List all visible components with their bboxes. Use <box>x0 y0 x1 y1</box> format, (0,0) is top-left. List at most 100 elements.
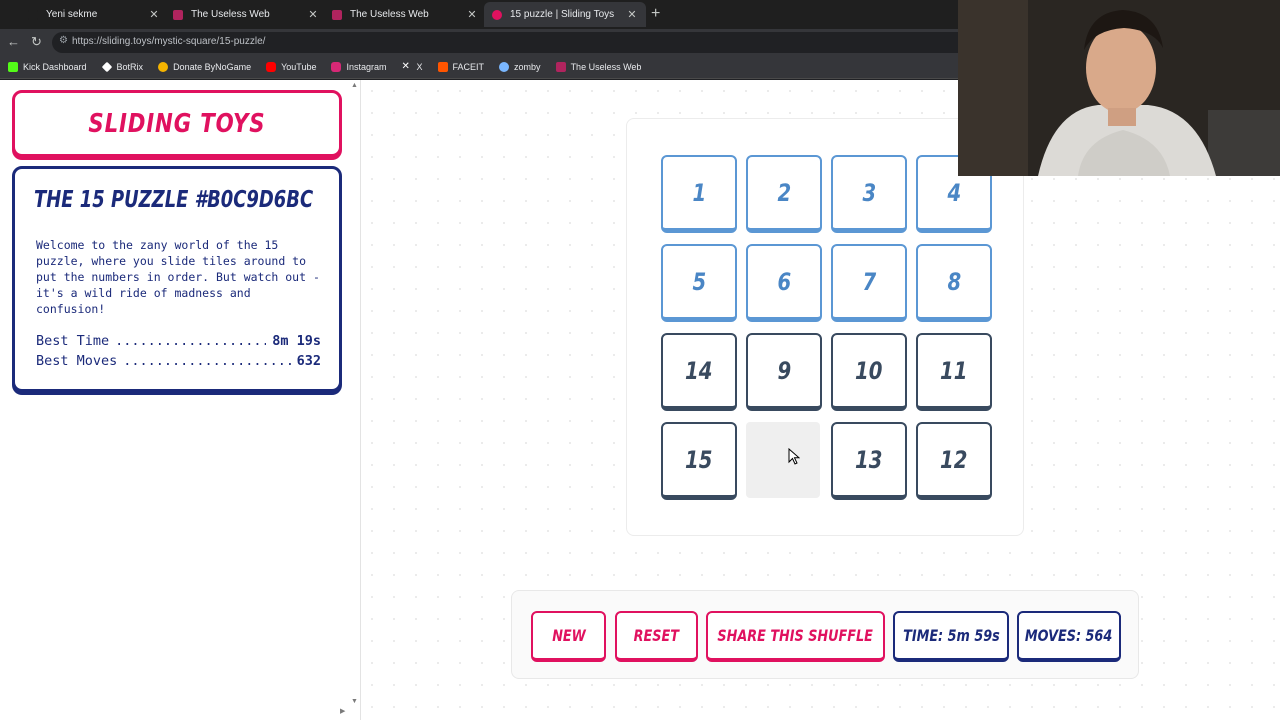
zomby-icon <box>499 62 510 72</box>
puzzle-tile[interactable]: 9 <box>746 333 822 411</box>
puzzle-tile[interactable]: 12 <box>916 422 992 500</box>
tile-number: 9 <box>777 356 791 385</box>
kick-icon <box>8 62 18 72</box>
bookmark-instagram[interactable]: Instagram <box>331 62 387 72</box>
bookmark-label: Kick Dashboard <box>23 62 87 72</box>
best-moves-value: 632 <box>296 353 321 369</box>
puzzle-tile[interactable]: 8 <box>916 244 992 322</box>
share-button-label: SHARE THIS SHUFFLE <box>717 626 874 645</box>
bookmark-zomby[interactable]: zomby <box>499 62 541 72</box>
reload-icon[interactable]: ↻ <box>31 34 42 50</box>
bynogame-icon <box>158 62 169 72</box>
puzzle-description: Welcome to the zany world of the 15 puzz… <box>36 238 320 316</box>
bookmark-x[interactable]: ✕ X <box>401 61 423 73</box>
bookmark-botrix[interactable]: BotRix <box>101 61 144 73</box>
empty-slot <box>746 422 820 498</box>
bookmark-label: Instagram <box>346 62 387 72</box>
tab-useless-web-2[interactable]: The Useless Web ✕ <box>324 2 486 27</box>
bookmark-label: X <box>416 62 423 72</box>
tab-title: The Useless Web <box>191 9 270 20</box>
puzzle-tile[interactable]: 6 <box>746 244 822 322</box>
tile-number: 8 <box>947 267 961 296</box>
tab-close-icon[interactable]: ✕ <box>148 8 160 21</box>
tab-close-icon[interactable]: ✕ <box>307 8 319 21</box>
bookmark-donate-bynogame[interactable]: Donate ByNoGame <box>158 62 251 72</box>
puzzle-tile[interactable]: 2 <box>746 155 822 233</box>
puzzle-tile[interactable]: 13 <box>831 422 907 500</box>
tile-number: 4 <box>947 178 961 207</box>
tile-number: 12 <box>940 445 968 474</box>
faceit-icon <box>437 62 448 72</box>
tab-sliding-toys[interactable]: 15 puzzle | Sliding Toys ✕ <box>484 2 646 27</box>
tile-number: 15 <box>685 445 713 474</box>
new-button[interactable]: NEW <box>531 611 606 662</box>
tile-number: 5 <box>692 267 706 296</box>
leader-dots <box>115 333 266 349</box>
x-logo-icon: ✕ <box>401 61 410 72</box>
puzzle-tile[interactable]: 15 <box>661 422 737 500</box>
puzzle-tile[interactable]: 10 <box>831 333 907 411</box>
tab-useless-web-1[interactable]: The Useless Web ✕ <box>165 2 327 27</box>
bookmark-useless-web[interactable]: The Useless Web <box>555 62 641 72</box>
tile-number: 2 <box>777 178 791 207</box>
bookmark-label: Donate ByNoGame <box>173 62 252 72</box>
game-area: 1 2 3 4 5 6 7 8 14 9 10 11 15 13 12 NEW RESET SHARE TH… <box>361 80 1280 720</box>
tab-title: The Useless Web <box>350 9 429 20</box>
puzzle-tile[interactable]: 3 <box>831 155 907 233</box>
leader-dots <box>123 353 290 369</box>
tile-number: 13 <box>855 445 883 474</box>
bookmark-youtube[interactable]: YouTube <box>266 62 316 72</box>
tab-close-icon[interactable]: ✕ <box>466 8 478 21</box>
address-url: https://sliding.toys/mystic-square/15-pu… <box>72 36 266 47</box>
tab-new-tab[interactable]: Yeni sekme ✕ <box>20 2 168 27</box>
bookmark-label: BotRix <box>116 62 144 72</box>
scroll-down-arrow-icon[interactable]: ▼ <box>351 698 358 705</box>
bookmark-label: zomby <box>514 62 541 72</box>
useless-web-icon <box>555 62 566 72</box>
page-content: SLIDING TOYS THE 15 PUZZLE #B0C9D6BC Wel… <box>0 80 1280 720</box>
puzzle-tile[interactable]: 5 <box>661 244 737 322</box>
puzzle-tile[interactable]: 11 <box>916 333 992 411</box>
puzzle-tile[interactable]: 7 <box>831 244 907 322</box>
bookmark-label: YouTube <box>281 62 317 72</box>
puzzle-tile[interactable]: 14 <box>661 333 737 411</box>
best-time-row: Best Time 8m 19s <box>36 333 321 349</box>
back-arrow-icon[interactable]: ← <box>7 34 20 50</box>
best-moves-label: Best Moves <box>36 353 118 369</box>
webcam-feed-image <box>958 0 1280 176</box>
site-logo-text: SLIDING TOYS <box>88 108 266 139</box>
timer-label: TIME: 5m 59s <box>902 626 1000 645</box>
tile-number: 10 <box>855 356 883 385</box>
tab-favicon-icon <box>492 9 502 20</box>
mouse-cursor-icon <box>788 448 800 465</box>
bookmark-kick-dashboard[interactable]: Kick Dashboard <box>8 62 87 72</box>
new-tab-plus-icon[interactable]: + <box>651 5 660 23</box>
youtube-icon <box>266 62 277 72</box>
instagram-icon <box>331 62 342 72</box>
tile-number: 1 <box>692 178 706 207</box>
tab-favicon-icon <box>28 9 38 20</box>
site-info-icon[interactable]: ⚙ <box>59 35 68 46</box>
tab-favicon-icon <box>332 9 342 20</box>
new-button-label: NEW <box>551 626 586 645</box>
puzzle-board: 1 2 3 4 5 6 7 8 14 9 10 11 15 13 12 <box>626 118 1024 536</box>
moves-label: MOVES: 564 <box>1025 626 1113 645</box>
scroll-up-arrow-icon[interactable]: ▲ <box>351 82 358 89</box>
tile-number: 3 <box>862 178 876 207</box>
botrix-icon <box>101 61 112 73</box>
sidebar-scrollbar[interactable]: ▲ ▼ <box>349 80 361 714</box>
scroll-right-arrow-icon[interactable]: ▶ <box>340 707 345 715</box>
site-logo[interactable]: SLIDING TOYS <box>12 90 342 157</box>
reset-button-label: RESET <box>633 626 680 645</box>
reset-button[interactable]: RESET <box>615 611 698 662</box>
moves-counter: MOVES: 564 <box>1017 611 1121 662</box>
timer-display: TIME: 5m 59s <box>893 611 1009 662</box>
tab-close-icon[interactable]: ✕ <box>626 8 638 21</box>
bookmark-faceit[interactable]: FACEIT <box>437 62 484 72</box>
best-time-label: Best Time <box>36 333 110 349</box>
puzzle-tile[interactable]: 1 <box>661 155 737 233</box>
puzzle-title: THE 15 PUZZLE #B0C9D6BC <box>34 187 314 213</box>
tile-number: 14 <box>685 356 713 385</box>
share-shuffle-button[interactable]: SHARE THIS SHUFFLE <box>706 611 885 662</box>
sidebar: SLIDING TOYS THE 15 PUZZLE #B0C9D6BC Wel… <box>0 80 361 720</box>
